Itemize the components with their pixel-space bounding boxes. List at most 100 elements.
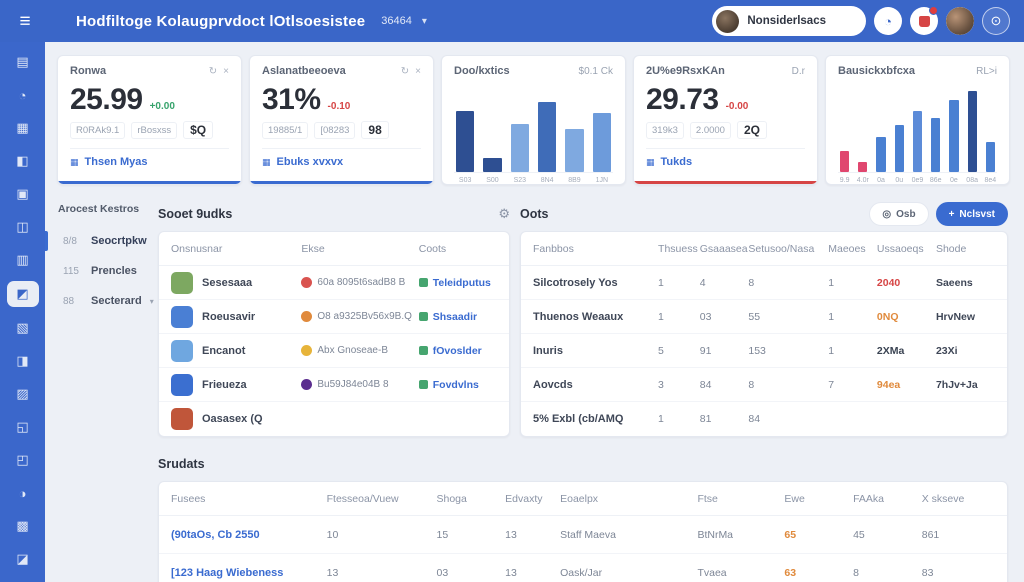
card-footer: ▦ Tukds bbox=[646, 148, 805, 168]
notification-badge bbox=[929, 6, 938, 15]
bar bbox=[593, 113, 611, 172]
item-badge: 115 bbox=[63, 266, 83, 277]
column-header: Shoga bbox=[437, 493, 506, 505]
chart-card-2: Bausickxbfcxa RL>i 9.94.0r0a0u0e986e0e08… bbox=[825, 55, 1010, 185]
gear-icon[interactable]: ⚙ bbox=[498, 206, 510, 222]
close-icon[interactable]: × bbox=[223, 66, 229, 77]
grid-icon: ▦ bbox=[646, 157, 655, 168]
bar bbox=[565, 129, 583, 173]
sidebar-item-0[interactable]: ▤ bbox=[7, 50, 39, 74]
notifications-button[interactable] bbox=[910, 7, 938, 35]
bar-column: 0e9 bbox=[913, 85, 922, 172]
sidebar-item-5[interactable]: ◫ bbox=[7, 215, 39, 239]
card-footer: ▦ Ebuks xvxvx bbox=[262, 148, 421, 168]
sidebar-item-10[interactable]: ▨ bbox=[7, 382, 39, 406]
bar-column: S23 bbox=[511, 85, 529, 172]
check-icon bbox=[419, 278, 428, 287]
app-link[interactable]: Shsaadir bbox=[433, 311, 477, 323]
app-meta-cell: 60a 8095t6sadB8 B bbox=[301, 277, 418, 288]
filter-button[interactable]: ◎ Osb bbox=[869, 202, 928, 226]
column-header: Ftse bbox=[697, 493, 784, 505]
sidebar-item-3[interactable]: ◧ bbox=[7, 149, 39, 173]
history-button[interactable]: ◔ bbox=[874, 7, 902, 35]
sidebar-item-8[interactable]: ▧ bbox=[7, 316, 39, 340]
bar-chart: 9.94.0r0a0u0e986e0e08a8e4 bbox=[838, 85, 997, 173]
app-link-cell: Shsaadir bbox=[419, 311, 497, 323]
column-header: Coots bbox=[419, 243, 497, 255]
cell-value: 861 bbox=[922, 529, 995, 541]
usage-value: 94ea bbox=[877, 379, 936, 391]
table-row: Silcotrosely Yos 1 4 8 1 2040 Saeens bbox=[521, 266, 1007, 300]
sidebar-item-14[interactable]: ▩ bbox=[7, 514, 39, 538]
record-link[interactable]: [123 Haag Wiebeness bbox=[171, 567, 327, 579]
cell-value: 13 bbox=[505, 529, 560, 541]
help-button[interactable]: ⊙ bbox=[982, 7, 1010, 35]
table-row: Aovcds 3 84 8 7 94ea 7hJv+Ja bbox=[521, 368, 1007, 402]
sidebar-item-4[interactable]: ▣ bbox=[7, 182, 39, 206]
cell-value: 81 bbox=[700, 413, 749, 425]
table-row: Roeusavir O8 a9325Bv56x9B.Q Shsaadir bbox=[159, 300, 509, 334]
user-pill[interactable]: Nonsiderlsacs bbox=[712, 6, 866, 36]
cell-value: 03 bbox=[437, 567, 506, 579]
stat-card-revenue: Ronwa ↻ × 25.99 +0.00 R0RAk9.1 rBosxss $… bbox=[57, 55, 242, 185]
sidebar-item-15[interactable]: ◪ bbox=[7, 547, 39, 571]
app-link[interactable]: Teleidputus bbox=[433, 277, 491, 289]
bar-column: S03 bbox=[456, 85, 474, 172]
bar bbox=[538, 102, 556, 172]
card-footer-link[interactable]: Thsen Myas bbox=[85, 156, 148, 168]
subnav-item-1[interactable]: 8/8 Seocrtpkw bbox=[58, 229, 152, 253]
cell-value: Staff Maeva bbox=[560, 529, 697, 541]
cell-value: 1 bbox=[828, 311, 877, 323]
refresh-icon[interactable]: ↻ bbox=[401, 66, 409, 77]
card-delta: -0.10 bbox=[328, 101, 351, 112]
mode-value: 7hJv+Ja bbox=[936, 379, 995, 391]
bar-column: 0u bbox=[895, 85, 904, 172]
mode-value: Saeens bbox=[936, 277, 995, 289]
sidebar-item-7[interactable]: ◩ bbox=[7, 281, 39, 307]
app-icon bbox=[171, 340, 193, 362]
grid-icon: ▦ bbox=[70, 157, 79, 168]
table-header-row: Fusees Ftesseoa/Vuew Shoga Edvaxty Eoael… bbox=[159, 482, 1007, 516]
cell-value: BtNrMa bbox=[697, 529, 784, 541]
stat-cards-row: Ronwa ↻ × 25.99 +0.00 R0RAk9.1 rBosxss $… bbox=[45, 42, 1024, 185]
app-link[interactable]: Fovdvlns bbox=[433, 379, 479, 391]
app-link[interactable]: fOvoslder bbox=[433, 345, 482, 357]
column-header: Setusoo/Nasa bbox=[748, 243, 828, 255]
cell-value: Tvaea bbox=[697, 567, 784, 579]
refresh-icon[interactable]: ↻ bbox=[209, 66, 217, 77]
record-link[interactable]: (90taOs, Cb 2550 bbox=[171, 529, 327, 541]
bar bbox=[968, 91, 977, 172]
cell-value: 55 bbox=[748, 311, 828, 323]
card-footer-link[interactable]: Ebuks xvxvx bbox=[277, 156, 344, 168]
sidebar-item-13[interactable]: ◑ bbox=[7, 481, 39, 505]
sidebar-item-icon: ▩ bbox=[16, 518, 28, 534]
bar bbox=[840, 151, 849, 172]
column-header: Ussaoeqs bbox=[877, 243, 936, 255]
column-header: FAAka bbox=[853, 493, 922, 505]
close-icon[interactable]: × bbox=[415, 66, 421, 77]
status-icon bbox=[301, 277, 312, 288]
bar-column: 0a bbox=[876, 85, 885, 172]
card-delta: +0.00 bbox=[150, 101, 175, 112]
card-footer-link[interactable]: Tukds bbox=[661, 156, 693, 168]
profile-button[interactable] bbox=[946, 7, 974, 35]
cell-value: 84 bbox=[748, 413, 828, 425]
cell-value: 65 bbox=[784, 529, 853, 541]
menu-toggle-button[interactable]: ≡ bbox=[12, 12, 38, 31]
sidebar-item-12[interactable]: ◰ bbox=[7, 448, 39, 472]
sidebar-item-2[interactable]: ▦ bbox=[7, 116, 39, 140]
cell-value: 1 bbox=[828, 345, 877, 357]
cell-value: 4 bbox=[700, 277, 749, 289]
app-name-cell: Oasasex (Q bbox=[171, 408, 301, 430]
subnav-item-2[interactable]: 115 Prencles bbox=[58, 259, 152, 283]
add-button-label: Nclsvst bbox=[959, 209, 995, 220]
app-meta-cell: Abx Gnoseae-B bbox=[301, 345, 418, 356]
sidebar-item-9[interactable]: ◨ bbox=[7, 349, 39, 373]
bar bbox=[483, 158, 501, 172]
add-button[interactable]: + Nclsvst bbox=[936, 202, 1008, 226]
chevron-down-icon[interactable]: ▾ bbox=[422, 16, 427, 27]
subnav-item-3[interactable]: 88 Secterard ▾ bbox=[58, 289, 152, 313]
sidebar-item-11[interactable]: ◱ bbox=[7, 415, 39, 439]
sidebar-item-1[interactable]: ◔ bbox=[7, 83, 39, 107]
sidebar-item-6[interactable]: ▥ bbox=[7, 248, 39, 272]
